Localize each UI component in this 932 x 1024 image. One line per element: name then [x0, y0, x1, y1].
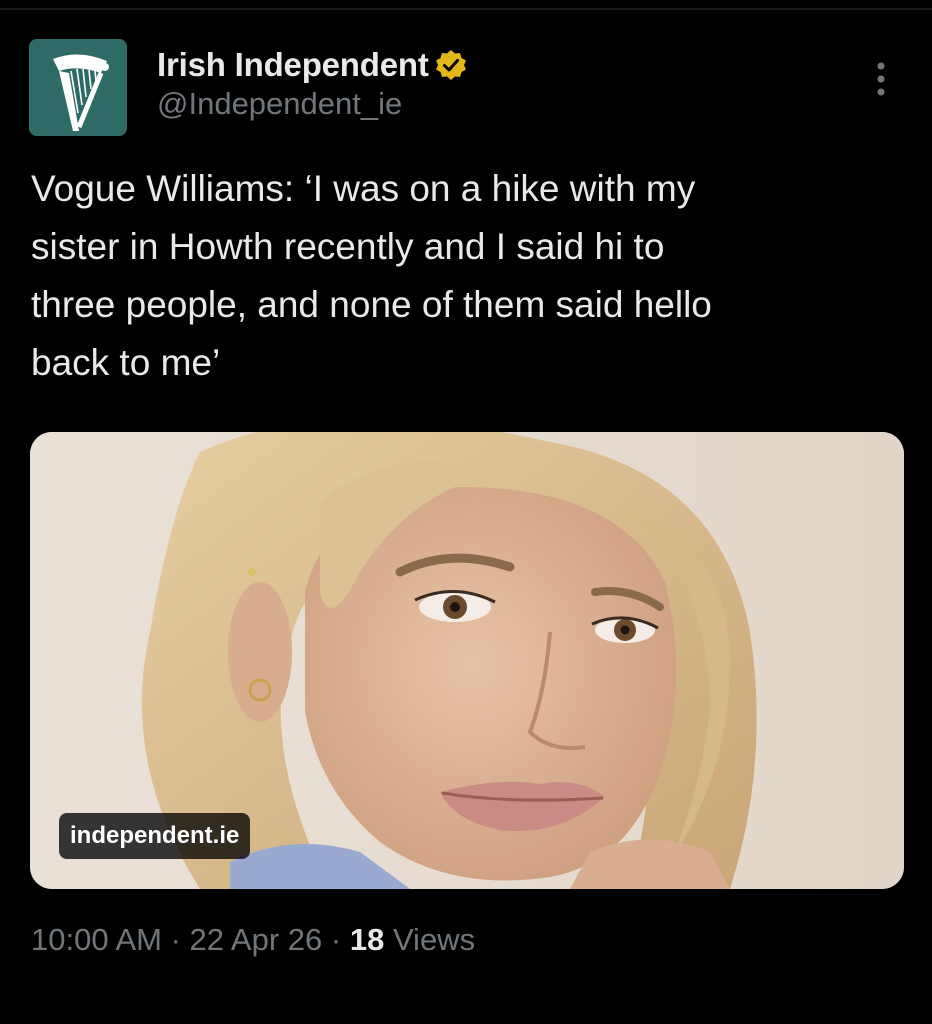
views-label[interactable]: Views: [393, 922, 475, 957]
more-options-icon[interactable]: [866, 60, 896, 98]
meta-separator: ·: [322, 922, 350, 957]
link-domain-badge[interactable]: independent.ie: [59, 813, 251, 859]
views-count[interactable]: 18: [350, 922, 384, 957]
top-divider: [0, 8, 932, 10]
harp-logo-icon: [29, 39, 127, 136]
verified-badge-icon: [435, 50, 466, 80]
tweet-date[interactable]: 22 Apr 26: [190, 922, 323, 957]
tweet-text: Vogue Williams: ‘I was on a hike with my…: [31, 168, 712, 383]
account-handle[interactable]: @Independent_ie: [157, 86, 402, 122]
account-name-row[interactable]: Irish Independent: [157, 44, 467, 86]
account-display-name[interactable]: Irish Independent: [157, 46, 429, 84]
tweet-time[interactable]: 10:00 AM: [31, 922, 162, 957]
avatar[interactable]: [29, 39, 127, 136]
meta-separator: ·: [161, 922, 190, 957]
tweet-meta: 10:00 AM · 22 Apr 26 · 18 Views: [31, 922, 475, 958]
tweet-media-image[interactable]: independent.ie: [30, 432, 904, 889]
